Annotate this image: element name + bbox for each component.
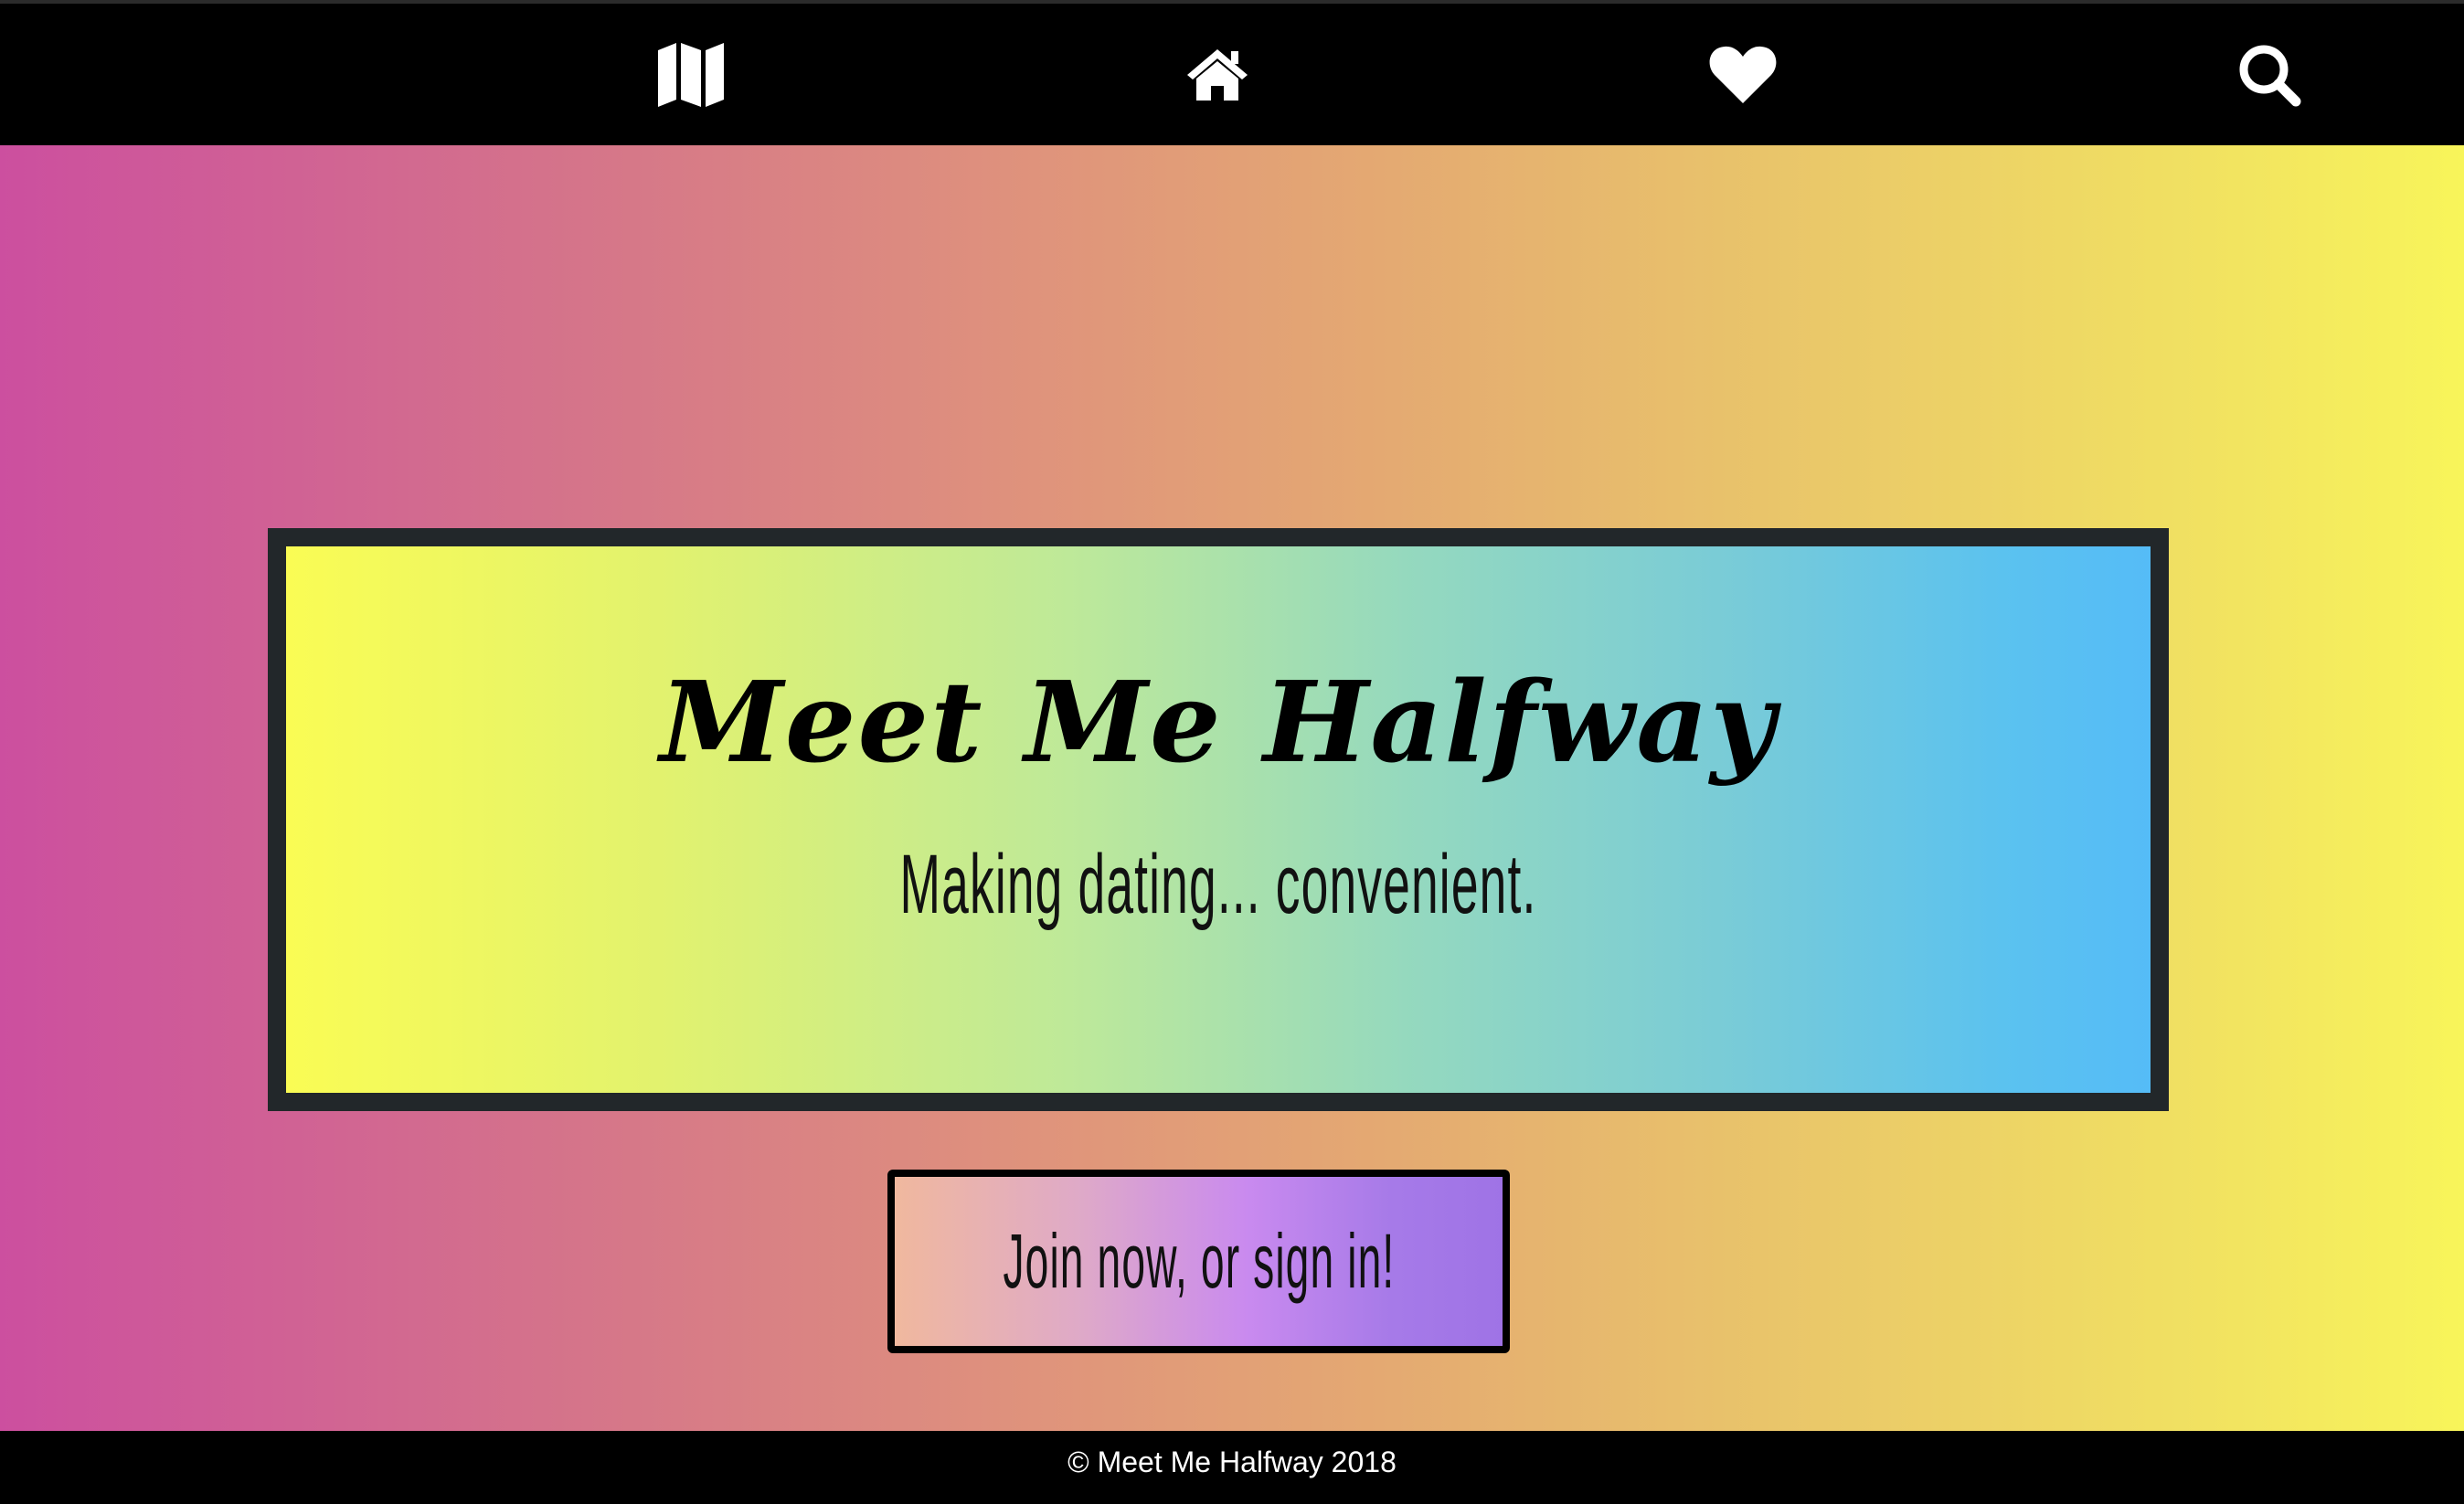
home-icon[interactable]	[1181, 38, 1254, 111]
map-icon[interactable]	[654, 38, 728, 111]
page-title: Meet Me Halfway	[659, 656, 1778, 788]
hero-section: Meet Me Halfway Making dating... conveni…	[0, 145, 2464, 1431]
title-banner: Meet Me Halfway Making dating... conveni…	[268, 528, 2169, 1111]
copyright-text: © Meet Me Halfway 2018	[1067, 1445, 1397, 1478]
heart-icon[interactable]	[1706, 38, 1779, 111]
navbar	[0, 4, 2464, 145]
join-signin-button[interactable]: Join now, or sign in!	[887, 1170, 1510, 1353]
footer: © Meet Me Halfway 2018	[0, 1431, 2464, 1504]
search-icon[interactable]	[2233, 38, 2306, 111]
tagline: Making dating... convenient.	[899, 838, 1537, 931]
join-signin-label: Join now, or sign in!	[1003, 1218, 1395, 1304]
